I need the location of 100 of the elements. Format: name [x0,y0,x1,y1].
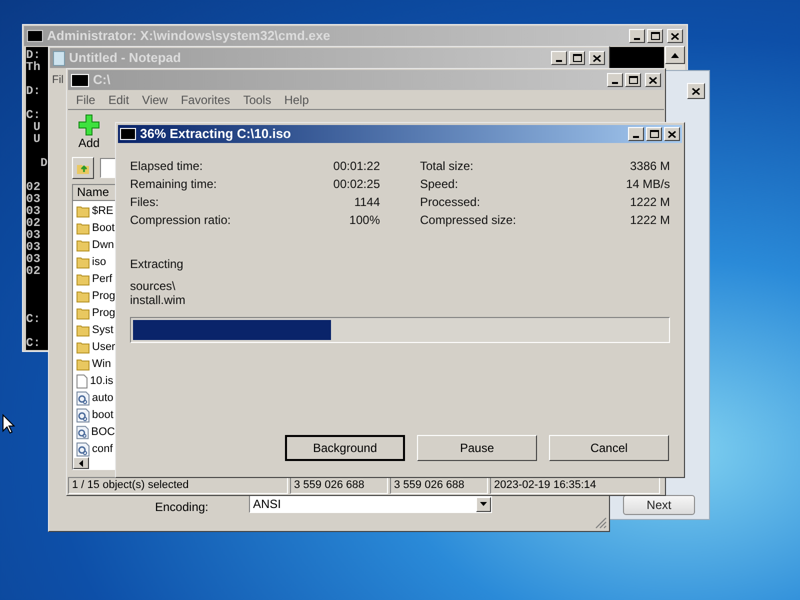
console-line: U [32,121,40,133]
stat-label: Elapsed time: [130,158,203,173]
stat-label: Speed: [420,176,458,191]
next-button[interactable]: Next [623,495,695,515]
stat-value: 00:01:22 [333,158,380,173]
minimize-icon [634,38,640,40]
file-name[interactable]: auto [92,390,114,406]
console-icon [27,30,43,42]
menu-item[interactable]: Tools [243,90,272,108]
file-name[interactable]: Win [92,356,111,372]
folder-icon [76,306,90,320]
close-icon [671,32,679,40]
maximize-button[interactable] [646,127,662,141]
console-line: 03 [26,253,40,265]
file-name[interactable]: BOC [91,424,115,440]
console-line: Th [26,61,40,73]
stat-label: Compressed size: [420,212,516,227]
console-line: D [39,157,48,169]
file-name[interactable]: conf [92,440,113,458]
file-name[interactable]: Prog [92,288,116,304]
folder-icon [76,272,90,286]
column-header[interactable]: Name [73,185,115,201]
close-button[interactable] [667,29,683,43]
stat-label: Remaining time: [130,176,217,191]
minimize-icon [556,60,562,62]
console-line: C: [26,337,40,349]
menu-item[interactable]: File [76,90,96,108]
window-title: C:\ [93,71,110,90]
menu-item[interactable]: Help [284,90,309,108]
dialog-button[interactable]: Cancel [549,435,669,461]
dialog-button[interactable]: Background [285,435,405,461]
folder-icon [76,204,90,218]
close-button[interactable] [687,83,705,99]
add-button[interactable]: Add [78,114,100,150]
stat-value: 1222 M [630,194,670,209]
window-title: Administrator: X:\windows\system32\cmd.exe [47,27,330,46]
menu-item[interactable]: Edit [108,90,130,108]
folder-icon [76,238,90,252]
dialog-button[interactable]: Pause [417,435,537,461]
stat-label: Total size: [420,158,474,173]
stat-value: 1144 [354,194,380,209]
minimize-button[interactable] [607,73,623,87]
minimize-button[interactable] [629,29,645,43]
scroll-up-button[interactable] [665,46,685,64]
close-icon [668,130,676,138]
stat-label: Processed: [420,194,480,209]
up-folder-button[interactable] [72,157,94,179]
folder-icon [76,324,90,336]
stat-value: 3386 M [630,158,670,173]
left-arrow-icon [79,460,83,466]
file-name[interactable]: Dwn [92,236,114,254]
file-name[interactable]: Perf [92,270,112,288]
maximize-button[interactable] [647,29,663,43]
folder-icon [76,358,90,370]
menu-item[interactable]: Favorites [180,90,230,108]
minimize-button[interactable] [551,51,567,65]
close-button[interactable] [645,73,661,87]
file-name[interactable]: 10.is [90,372,114,390]
notepad-icon [53,50,65,66]
minimize-icon [612,82,618,84]
up-arrow-icon [671,52,679,58]
menu-item[interactable]: Fil [52,72,64,88]
close-button[interactable] [589,51,605,65]
resize-grip-icon [595,517,607,529]
file-icon [76,374,88,388]
maximize-button[interactable] [569,51,585,65]
current-path: sources\ [130,279,176,293]
file-name[interactable]: iso [92,254,106,270]
maximize-button[interactable] [625,73,641,87]
mouse-cursor-icon [2,414,15,434]
file-name[interactable]: boot [92,406,114,424]
current-file: install.wim [130,293,186,307]
close-icon [593,54,601,62]
file-name[interactable]: $RE [92,202,114,220]
plus-icon [78,114,100,136]
scroll-left-button[interactable] [73,457,89,469]
file-name[interactable]: User [92,338,116,356]
folder-icon [76,290,90,302]
console-line: D: [26,85,40,97]
close-button[interactable] [664,127,680,141]
encoding-label: Encoding: [155,499,210,516]
file-name[interactable]: Boot [92,220,115,236]
stat-label: Compression ratio: [130,212,231,227]
file-name[interactable]: Prog [92,304,116,322]
stat-value: 00:02:25 [333,176,380,191]
menu-item[interactable]: View [142,90,168,108]
console-line: C: [26,109,40,121]
close-icon [649,76,657,84]
folder-icon [76,340,90,354]
window-title: Untitled - Notepad [69,49,181,68]
console-line: 02 [26,217,40,229]
close-icon [692,88,700,94]
stat-value: 1222 M [630,212,670,227]
maximize-icon [650,32,660,40]
console-line: 03 [26,193,40,205]
console-line: 03 [26,241,40,253]
minimize-button[interactable] [628,127,644,141]
console-line: U [32,133,40,145]
encoding-dropdown[interactable]: ANSI [249,495,492,513]
file-name[interactable]: Syst [92,322,114,338]
